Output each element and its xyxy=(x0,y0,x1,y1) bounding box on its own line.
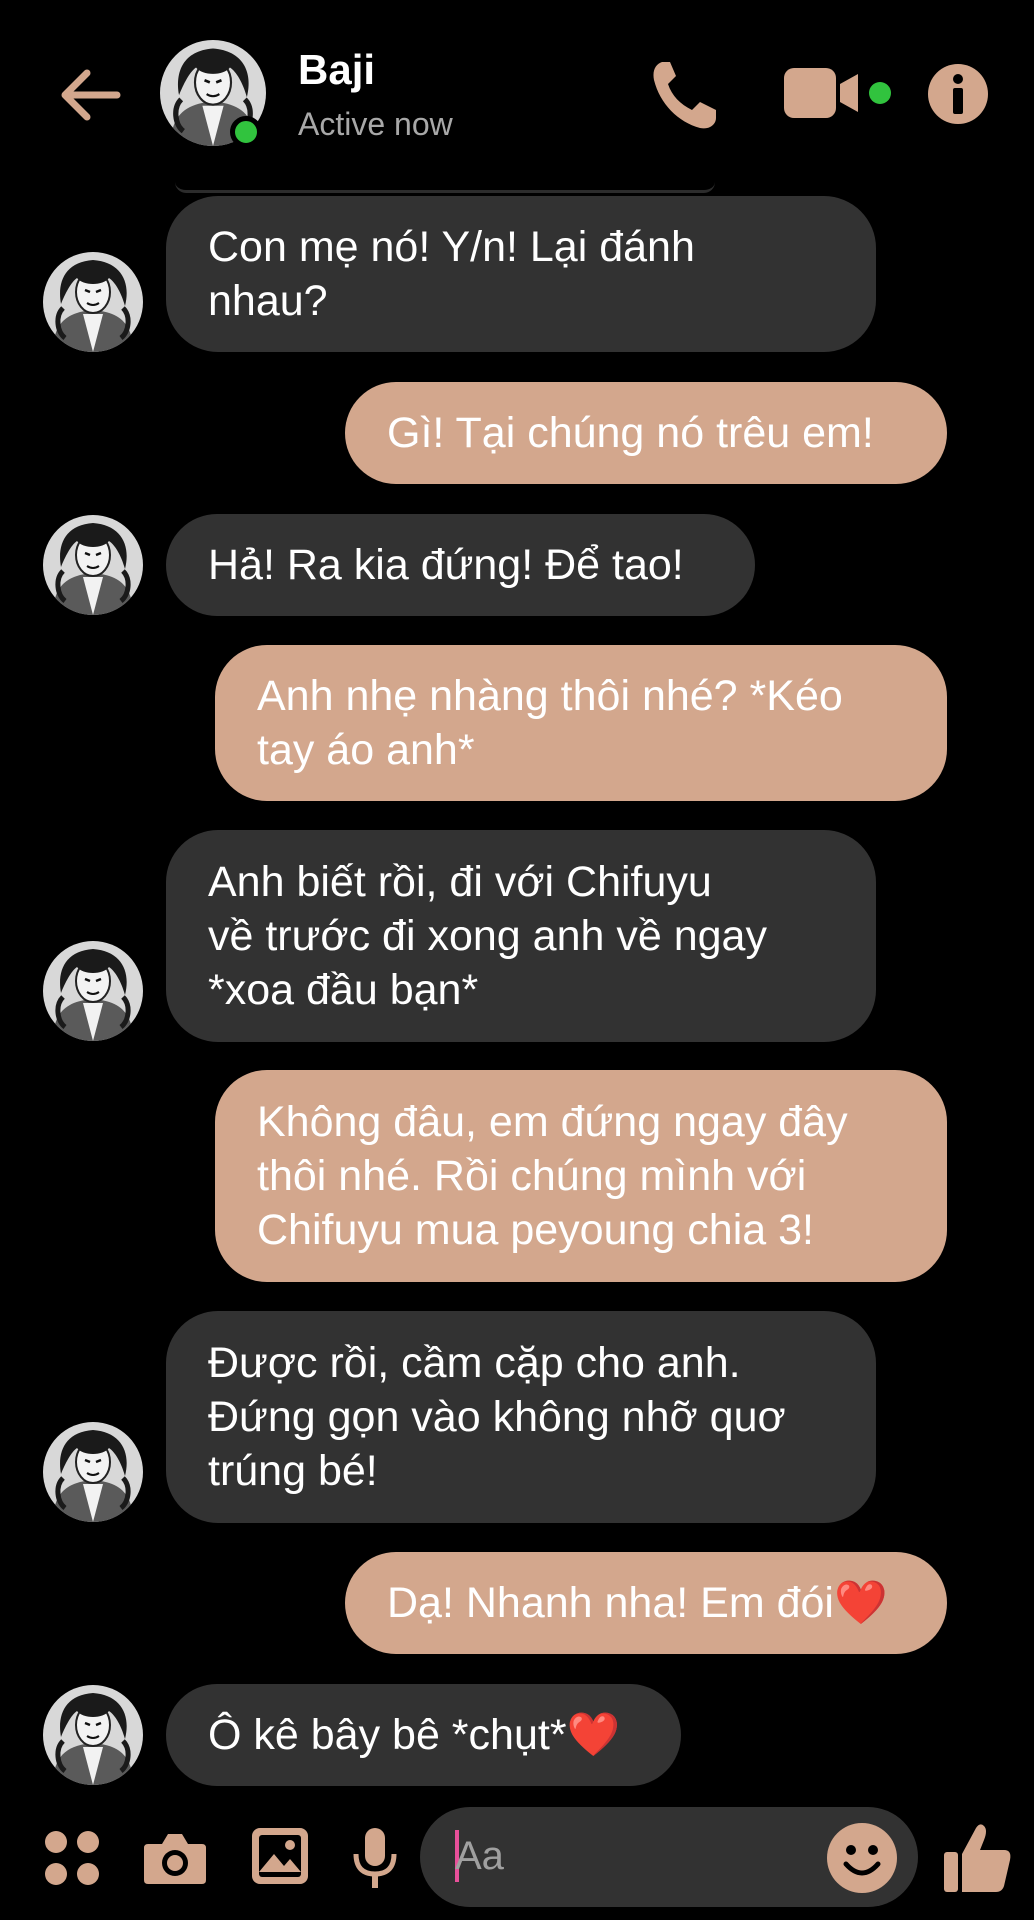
previous-message-edge xyxy=(175,182,715,193)
received-message[interactable]: Hả! Ra kia đứng! Để tao! xyxy=(166,514,755,616)
video-camera-icon[interactable] xyxy=(784,66,894,120)
sender-avatar[interactable] xyxy=(43,1422,143,1522)
sent-message[interactable]: Anh nhẹ nhàng thôi nhé? *Kéo tay áo anh* xyxy=(215,645,947,801)
heart-emoji: ❤️ xyxy=(566,1711,621,1759)
received-message[interactable]: Anh biết rồi, đi với Chifuyu về trước đi… xyxy=(166,830,876,1042)
online-status-dot xyxy=(230,116,262,148)
received-message-text: Ô kê bây bê *chụt* xyxy=(208,1711,567,1759)
contact-name[interactable]: Baji xyxy=(298,46,375,94)
sent-message-text: Dạ! Nhanh nha! Em đói xyxy=(387,1579,834,1627)
sent-message[interactable]: Dạ! Nhanh nha! Em đói ❤️ xyxy=(345,1552,947,1654)
image-icon[interactable] xyxy=(250,1826,310,1886)
sender-avatar[interactable] xyxy=(43,941,143,1041)
back-arrow-icon[interactable] xyxy=(55,60,125,130)
info-icon[interactable] xyxy=(926,62,990,126)
received-message[interactable]: Được rồi, cầm cặp cho anh. Đứng gọn vào … xyxy=(166,1311,876,1523)
received-message[interactable]: Ô kê bây bê *chụt* ❤️ xyxy=(166,1684,681,1786)
smiley-icon[interactable] xyxy=(826,1822,898,1894)
chat-header: Baji Active now xyxy=(0,0,1034,193)
sender-avatar[interactable] xyxy=(43,1685,143,1785)
sender-avatar[interactable] xyxy=(43,515,143,615)
active-status: Active now xyxy=(298,106,453,142)
four-dots-icon[interactable] xyxy=(44,1830,100,1886)
sent-message[interactable]: Gì! Tại chúng nó trêu em! xyxy=(345,382,947,484)
heart-emoji: ❤️ xyxy=(834,1579,888,1627)
message-input-placeholder: Aa xyxy=(455,1834,504,1878)
sent-message[interactable]: Không đâu, em đứng ngay đây thôi nhé. Rồ… xyxy=(215,1070,947,1282)
thumbs-up-icon[interactable] xyxy=(942,1822,1012,1894)
phone-icon[interactable] xyxy=(648,58,718,132)
microphone-icon[interactable] xyxy=(352,1826,398,1890)
camera-icon[interactable] xyxy=(142,1830,208,1886)
received-message[interactable]: Con mẹ nó! Y/n! Lại đánh nhau? xyxy=(166,196,876,352)
sender-avatar[interactable] xyxy=(43,252,143,352)
